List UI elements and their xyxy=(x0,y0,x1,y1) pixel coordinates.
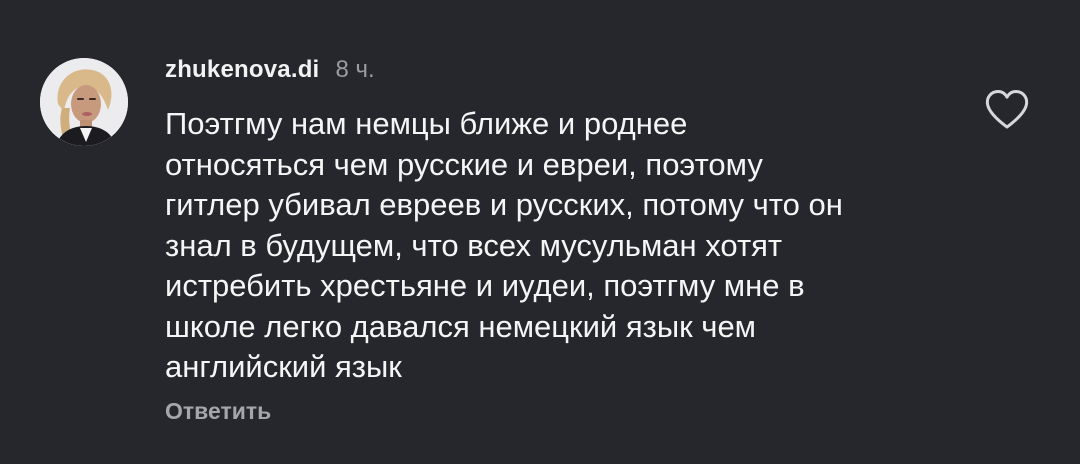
comment-item: zhukenova.di 8 ч. Поэтгму нам немцы ближ… xyxy=(0,0,1080,464)
comment-text-line: истребить хрестьяне и иудеи, поэтгму мне… xyxy=(165,268,805,303)
comment-text-line: относяться чем русские и евреи, поэтому xyxy=(165,146,763,182)
comment-meta: zhukenova.di 8 ч. xyxy=(165,56,375,86)
comment-text-line: знал в будущем, что всех мусульман хотят xyxy=(165,227,783,263)
comment-text-line: гитлер убивал евреев и русских, потому ч… xyxy=(165,187,843,222)
reply-button[interactable]: Ответить xyxy=(165,398,271,425)
avatar[interactable] xyxy=(40,58,128,146)
comment-text-line: школе легко давался немецкий язык чем xyxy=(165,308,756,344)
timestamp: 8 ч. xyxy=(335,56,375,83)
comment-text-line: английский язык xyxy=(165,349,402,384)
comment-text: Поэтгму нам немцы ближе и роднее относят… xyxy=(165,104,965,388)
username[interactable]: zhukenova.di xyxy=(165,56,319,84)
comment-text-line: Поэтгму нам немцы ближе и роднее xyxy=(165,106,688,141)
like-button[interactable] xyxy=(983,87,1031,131)
profile-photo-icon xyxy=(40,58,128,146)
heart-outline-icon xyxy=(985,90,1029,129)
